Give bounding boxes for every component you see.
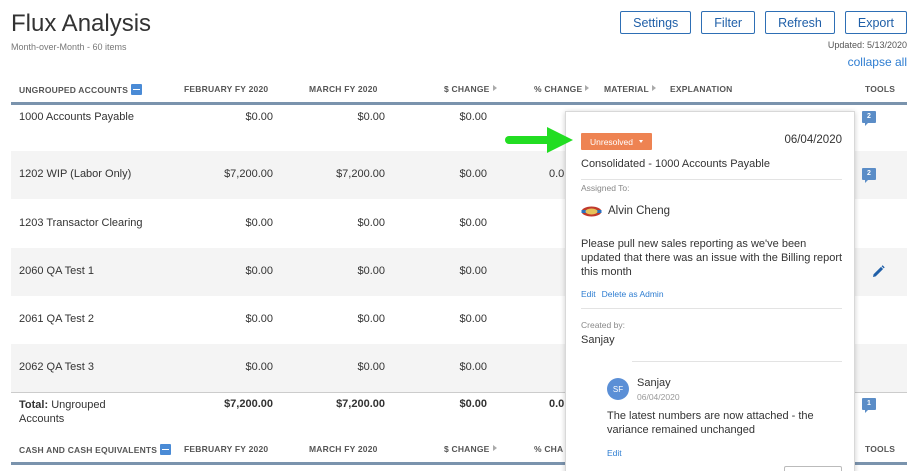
account-name: 1203 Transactor Clearing (19, 217, 143, 229)
divider (632, 361, 842, 362)
total-pct-value: 0.0 (549, 398, 565, 410)
collapse-group-icon[interactable] (131, 84, 143, 95)
user-avatar-icon (581, 206, 602, 216)
header-tools: TOOLS (865, 444, 896, 454)
comment-count-icon[interactable]: 1 (862, 398, 876, 413)
change-value: $0.00 (459, 313, 487, 325)
header-dollar-change[interactable]: $ CHANGE (444, 84, 497, 94)
reply-date: 06/04/2020 (637, 392, 680, 402)
feb-value: $0.00 (245, 313, 273, 325)
mar-value: $0.00 (357, 111, 385, 123)
header-pct-change[interactable]: % CHA (534, 444, 563, 454)
total-change-value: $0.00 (459, 398, 487, 410)
feb-value: $0.00 (245, 217, 273, 229)
header-accounts-label: CASH AND CASH EQUIVALENTS (19, 445, 158, 455)
refresh-button[interactable]: Refresh (765, 11, 835, 34)
header-accounts: CASH AND CASH EQUIVALENTS (19, 444, 172, 455)
change-value: $0.00 (459, 168, 487, 180)
header-material-label: MATERIAL (604, 84, 649, 94)
collapse-all-link[interactable]: collapse all (848, 55, 907, 69)
delete-as-admin-link[interactable]: Delete as Admin (602, 289, 664, 299)
created-label: Created by: (581, 320, 625, 330)
assigned-label: Assigned To: (581, 183, 630, 193)
feb-value: $0.00 (245, 265, 273, 277)
popover-button[interactable] (784, 466, 842, 471)
filter-button[interactable]: Filter (701, 11, 756, 34)
mar-value: $0.00 (357, 361, 385, 373)
table-header-ungrouped: UNGROUPED ACCOUNTS FEBRUARY FY 2020 MARC… (0, 76, 918, 105)
account-name: 2060 QA Test 1 (19, 265, 95, 277)
header-dollar-change-label: $ CHANGE (444, 84, 490, 94)
arrow-annotation-icon (505, 127, 573, 153)
reply-edit-link[interactable]: Edit (607, 448, 622, 458)
assignee[interactable]: Alvin Cheng (581, 205, 670, 217)
popover-context: Consolidated - 1000 Accounts Payable (581, 158, 770, 170)
comment-actions: Edit Delete as Admin (581, 289, 670, 299)
divider (581, 179, 842, 180)
page-subtitle: Month-over-Month - 60 items (11, 42, 127, 52)
change-value: $0.00 (459, 361, 487, 373)
avatar: SF (607, 378, 629, 400)
header-february[interactable]: FEBRUARY FY 2020 (184, 444, 268, 454)
total-mar-value: $7,200.00 (336, 398, 385, 410)
change-value: $0.00 (459, 111, 487, 123)
feb-value: $0.00 (245, 361, 273, 373)
total-label: Total: Ungrouped Accounts (19, 398, 139, 426)
popover-date: 06/04/2020 (784, 134, 842, 146)
header-february[interactable]: FEBRUARY FY 2020 (184, 84, 268, 94)
updated-timestamp: Updated: 5/13/2020 (827, 40, 907, 50)
header-pct-change[interactable]: % CHANGE (534, 84, 590, 94)
header-dollar-change-label: $ CHANGE (444, 444, 490, 454)
comment-count-icon[interactable]: 2 (862, 168, 876, 183)
header-accounts: UNGROUPED ACCOUNTS (19, 84, 143, 95)
comment-popover: Unresolved 06/04/2020 Consolidated - 100… (565, 111, 855, 471)
page-title: Flux Analysis (11, 10, 152, 37)
divider (581, 308, 842, 309)
account-name: 2062 QA Test 3 (19, 361, 95, 373)
status-dropdown[interactable]: Unresolved (581, 133, 652, 150)
account-name: 2061 QA Test 2 (19, 313, 95, 325)
assignee-name: Alvin Cheng (608, 205, 671, 217)
mar-value: $7,200.00 (336, 168, 385, 180)
change-value: $0.00 (459, 217, 487, 229)
header-tools: TOOLS (865, 84, 896, 94)
chevron-down-icon (639, 140, 643, 143)
feb-value: $7,200.00 (224, 168, 273, 180)
header-material[interactable]: MATERIAL (604, 84, 656, 94)
header-march[interactable]: MARCH FY 2020 (309, 84, 378, 94)
mar-value: $0.00 (357, 217, 385, 229)
collapse-group-icon[interactable] (160, 444, 172, 455)
reply-author: Sanjay (637, 377, 671, 389)
sort-icon (492, 445, 497, 451)
settings-button[interactable]: Settings (620, 11, 692, 34)
pencil-icon[interactable] (872, 265, 885, 278)
total-label-bold: Total: (19, 399, 49, 411)
comment-text: Please pull new sales reporting as we've… (581, 238, 843, 278)
header-pct-change-label: % CHANGE (534, 84, 583, 94)
status-label: Unresolved (590, 136, 633, 147)
header-explanation: EXPLANATION (670, 84, 733, 94)
feb-value: $0.00 (245, 111, 273, 123)
header-march[interactable]: MARCH FY 2020 (309, 444, 378, 454)
reply-text: The latest numbers are now attached - th… (607, 410, 814, 436)
change-value: $0.00 (459, 265, 487, 277)
account-name: 1000 Accounts Payable (19, 111, 134, 123)
account-name: 1202 WIP (Labor Only) (19, 168, 132, 180)
header-dollar-change[interactable]: $ CHANGE (444, 444, 497, 454)
export-button[interactable]: Export (844, 11, 907, 34)
pct-value: 0.0 (549, 168, 565, 180)
sort-icon (492, 85, 497, 91)
sort-icon (585, 85, 590, 91)
comment-count-icon[interactable]: 2 (862, 111, 876, 126)
header-accounts-label: UNGROUPED ACCOUNTS (19, 85, 129, 95)
mar-value: $0.00 (357, 313, 385, 325)
mar-value: $0.00 (357, 265, 385, 277)
creator-name: Sanjay (581, 334, 615, 346)
toolbar: Settings Filter Refresh Export (620, 11, 907, 34)
sort-icon (651, 85, 656, 91)
edit-link[interactable]: Edit (581, 289, 596, 299)
total-feb-value: $7,200.00 (224, 398, 273, 410)
